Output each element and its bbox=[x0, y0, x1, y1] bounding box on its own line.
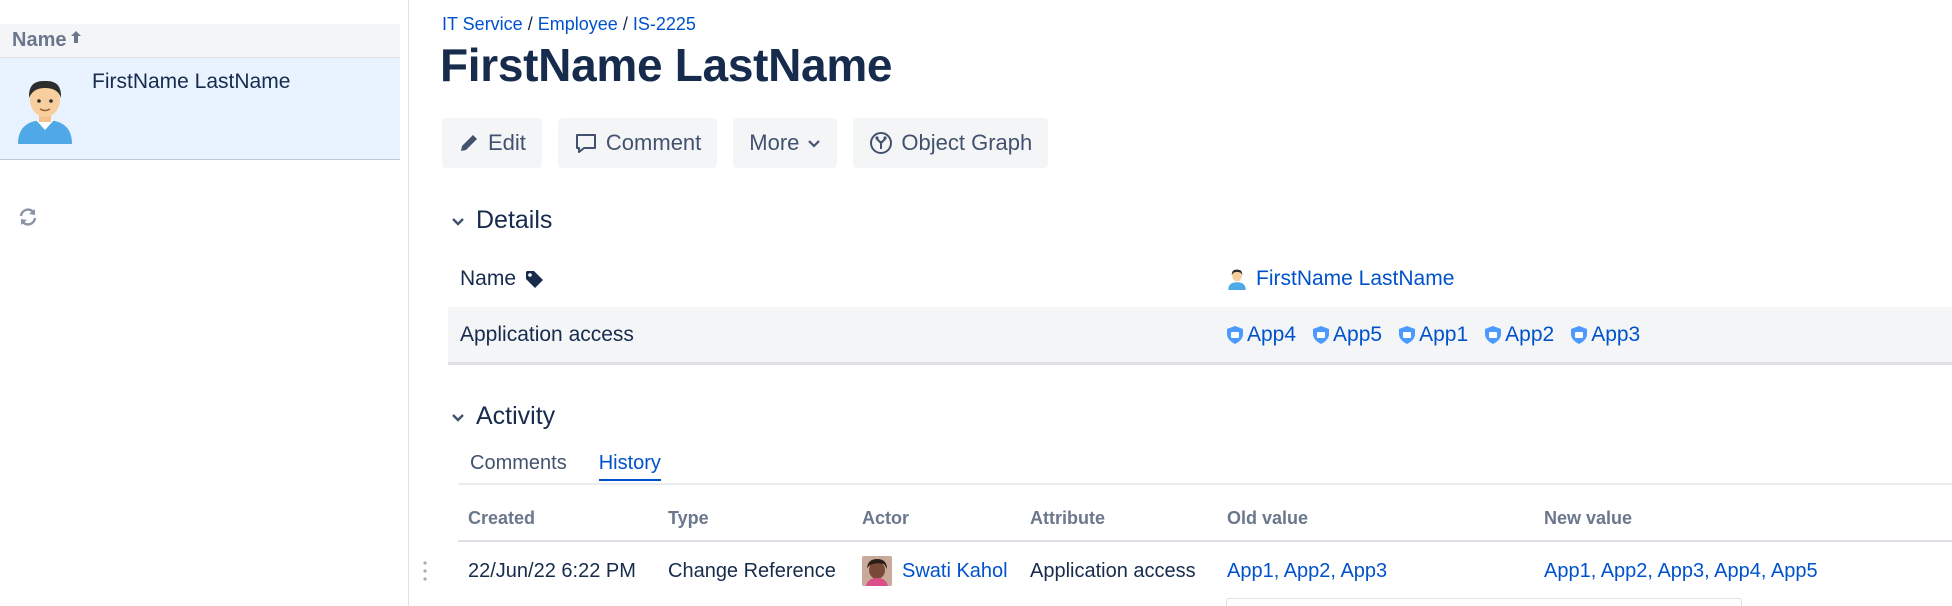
breadcrumb: IT Service / Employee / IS-2225 bbox=[442, 14, 696, 35]
tab-history[interactable]: History bbox=[598, 452, 661, 481]
attribute-row-application-access: Application access App4 App5 App1 App2 A… bbox=[448, 307, 1952, 365]
tooltip-popup bbox=[1226, 598, 1742, 606]
edit-button[interactable]: Edit bbox=[442, 118, 542, 168]
comment-button[interactable]: Comment bbox=[557, 118, 718, 168]
more-button-label: More bbox=[749, 130, 800, 155]
object-list-panel: Name FirstName LastName bbox=[0, 0, 400, 606]
activity-section-toggle[interactable]: Activity bbox=[450, 402, 555, 431]
shield-icon bbox=[1227, 325, 1243, 344]
pencil-icon bbox=[461, 135, 477, 151]
shield-icon bbox=[1571, 325, 1588, 344]
drag-handle-icon[interactable] bbox=[422, 560, 428, 582]
graph-icon bbox=[870, 132, 893, 154]
list-header[interactable]: Name bbox=[0, 24, 400, 58]
breadcrumb-type[interactable]: Employee bbox=[538, 14, 618, 34]
app-link[interactable]: App3 bbox=[1570, 323, 1640, 347]
details-heading: Details bbox=[476, 206, 553, 234]
attribute-value-name[interactable]: FirstName LastName bbox=[1226, 267, 1454, 291]
tab-comments[interactable]: Comments bbox=[470, 452, 567, 481]
column-header-created: Created bbox=[468, 508, 536, 528]
attribute-label: Application access bbox=[460, 322, 634, 346]
attribute-label: Name bbox=[460, 267, 544, 291]
column-header-new-value: New value bbox=[1544, 508, 1633, 528]
column-header-old-value: Old value bbox=[1227, 508, 1309, 528]
chevron-down-icon bbox=[808, 140, 821, 148]
activity-heading: Activity bbox=[476, 402, 556, 430]
chevron-down-icon bbox=[452, 217, 464, 226]
column-header-attribute: Attribute bbox=[1030, 508, 1105, 528]
employee-avatar-icon bbox=[1228, 269, 1246, 290]
app-link[interactable]: App1 bbox=[1398, 323, 1468, 347]
refresh-icon[interactable] bbox=[16, 205, 40, 229]
shield-icon bbox=[1313, 325, 1330, 344]
page-title: FirstName LastName bbox=[440, 39, 893, 91]
app-link[interactable]: App2 bbox=[1484, 323, 1554, 347]
cell-new-value[interactable]: App1, App2, App3, App4, App5 bbox=[1544, 560, 1818, 583]
cell-created: 22/Jun/22 6:22 PM bbox=[468, 560, 636, 582]
breadcrumb-separator: / bbox=[527, 14, 533, 34]
actor-avatar bbox=[862, 556, 892, 586]
column-header-actor: Actor bbox=[862, 508, 910, 528]
cell-old-value[interactable]: App1, App2, App3 bbox=[1227, 560, 1387, 583]
tabs-divider bbox=[458, 483, 1952, 485]
attribute-row-name: Name FirstName LastName bbox=[448, 250, 1952, 308]
toolbar: Edit Comment More Object Graph bbox=[442, 118, 1049, 168]
breadcrumb-schema[interactable]: IT Service bbox=[442, 14, 523, 34]
list-item-name: FirstName LastName bbox=[92, 70, 291, 93]
employee-avatar-icon bbox=[18, 80, 72, 144]
tag-icon bbox=[526, 271, 544, 288]
panel-divider[interactable] bbox=[408, 0, 409, 606]
shield-icon bbox=[1399, 325, 1416, 344]
attribute-value-apps: App4 App5 App1 App2 App3 bbox=[1226, 323, 1656, 347]
app-link[interactable]: App4 bbox=[1226, 323, 1296, 347]
breadcrumb-key[interactable]: IS-2225 bbox=[633, 14, 696, 34]
cell-type: Change Reference bbox=[668, 560, 836, 582]
breadcrumb-separator: / bbox=[622, 14, 628, 34]
app-link[interactable]: App5 bbox=[1312, 323, 1382, 347]
details-section-toggle[interactable]: Details bbox=[450, 206, 552, 235]
edit-button-label: Edit bbox=[488, 130, 526, 155]
comment-icon bbox=[575, 134, 596, 153]
cell-attribute: Application access bbox=[1030, 560, 1196, 582]
chevron-down-icon bbox=[452, 413, 464, 422]
list-item[interactable]: FirstName LastName bbox=[0, 58, 400, 160]
sort-ascending-icon[interactable] bbox=[70, 30, 82, 44]
table-header-divider bbox=[458, 540, 1952, 542]
activity-tabs: Comments History bbox=[470, 452, 661, 481]
object-graph-button[interactable]: Object Graph bbox=[853, 118, 1049, 168]
more-button[interactable]: More bbox=[733, 118, 838, 168]
object-graph-button-label: Object Graph bbox=[901, 130, 1033, 155]
shield-icon bbox=[1485, 325, 1502, 344]
cell-actor-link[interactable]: Swati Kahol bbox=[902, 560, 1008, 583]
column-header-type: Type bbox=[668, 508, 709, 528]
list-header-name[interactable]: Name bbox=[12, 29, 66, 52]
comment-button-label: Comment bbox=[605, 130, 702, 155]
